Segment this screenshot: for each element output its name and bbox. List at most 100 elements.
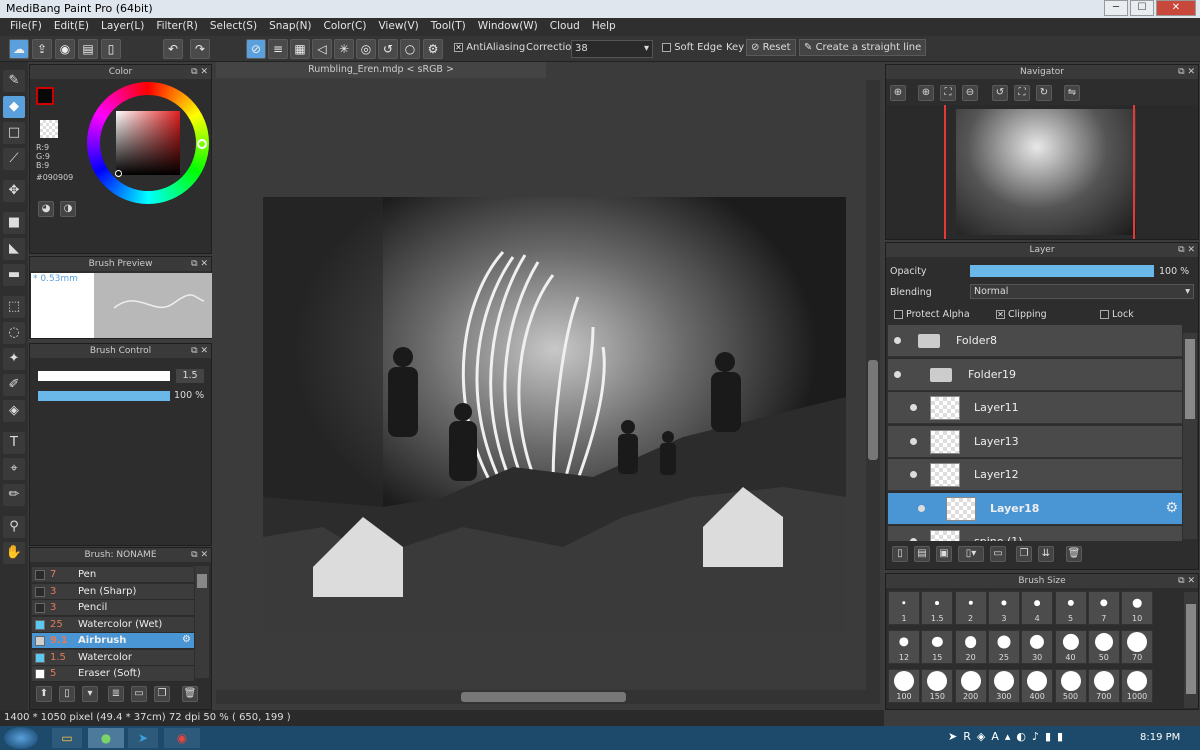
visibility-eye-icon[interactable]: [910, 404, 917, 411]
fill-rect-tool-icon[interactable]: ■: [3, 212, 25, 234]
radial-snap-icon[interactable]: ✳: [334, 39, 354, 59]
menu-color[interactable]: Color(C): [318, 18, 373, 36]
brush-size-option[interactable]: 7: [1087, 591, 1120, 625]
visibility-eye-icon[interactable]: [910, 437, 917, 445]
zoom-actual-icon[interactable]: ⛶: [940, 85, 956, 101]
menu-select[interactable]: Select(S): [204, 18, 263, 36]
brush-size-option[interactable]: 150: [921, 669, 954, 703]
comment-icon[interactable]: ▤: [78, 39, 98, 59]
menu-snap[interactable]: Snap(N): [263, 18, 317, 36]
speech-bubble-icon[interactable]: ◉: [55, 39, 75, 59]
protect-alpha-checkbox[interactable]: [894, 310, 903, 319]
hue-marker[interactable]: [197, 139, 207, 149]
brush-size-slider[interactable]: [38, 371, 170, 381]
circle-snap-icon[interactable]: ○: [400, 39, 420, 59]
brush-size-option[interactable]: 500: [1054, 669, 1087, 703]
panel-close-icon[interactable]: ⧉ ✕: [191, 65, 208, 79]
visibility-eye-icon[interactable]: [910, 538, 917, 541]
add-layer-menu-icon[interactable]: ▯▾: [958, 546, 984, 562]
menu-cloud[interactable]: Cloud: [544, 18, 586, 36]
brush-size-option[interactable]: 12: [888, 630, 920, 664]
color-history-icon[interactable]: ◑: [60, 201, 76, 217]
palette-icon[interactable]: ◕: [38, 201, 54, 217]
panel-close-icon[interactable]: ⧉ ✕: [1178, 243, 1195, 257]
reset-button[interactable]: ⊘ Reset: [746, 39, 796, 56]
menu-edit[interactable]: Edit(E): [48, 18, 95, 36]
brush-size-option[interactable]: 30: [1021, 630, 1054, 664]
brush-menu-icon[interactable]: ▾: [82, 686, 98, 702]
panel-close-icon[interactable]: ⧉ ✕: [191, 257, 208, 271]
brush-size-option[interactable]: 200: [954, 669, 987, 703]
layer-folder-row[interactable]: Folder19: [888, 358, 1182, 391]
brush-size-option[interactable]: 2: [954, 591, 987, 625]
close-button[interactable]: ✕: [1156, 0, 1196, 16]
operation-tool-icon[interactable]: ⌖: [3, 458, 25, 480]
file-explorer-icon[interactable]: ▭: [52, 728, 82, 748]
layer-folder-row[interactable]: Folder8: [888, 325, 1182, 357]
brush-size-scrollbar[interactable]: [1184, 592, 1198, 708]
brush-item[interactable]: 1.5 Watercolor: [32, 649, 194, 666]
delete-brush-icon[interactable]: 🗑: [182, 686, 198, 702]
vertical-scrollbar[interactable]: [866, 80, 880, 690]
brush-size-option[interactable]: 40: [1054, 630, 1087, 664]
rotate-right-icon[interactable]: ↻: [1036, 85, 1052, 101]
brush-size-option[interactable]: 100: [888, 669, 920, 703]
new-brush-icon[interactable]: ▯: [59, 686, 75, 702]
brush-item[interactable]: 5 Eraser (Soft): [32, 666, 194, 682]
select-pen-tool-icon[interactable]: ✐: [3, 374, 25, 396]
snap-off-icon[interactable]: ⊘: [246, 39, 266, 59]
duplicate-brush-icon[interactable]: ❐: [154, 686, 170, 702]
brush-size-option[interactable]: 70: [1121, 630, 1154, 664]
foreground-color-swatch[interactable]: [36, 87, 54, 105]
start-button[interactable]: [4, 727, 38, 749]
brush-size-option[interactable]: 1.5: [921, 591, 954, 625]
brush-item[interactable]: 9.1 Airbrush ⚙: [32, 633, 194, 649]
eraser-tool-icon[interactable]: ◆: [3, 96, 25, 118]
brush-size-option[interactable]: 300: [987, 669, 1020, 703]
visibility-eye-icon[interactable]: [894, 337, 901, 344]
panel-close-icon[interactable]: ⧉ ✕: [1178, 574, 1195, 588]
panel-close-icon[interactable]: ⧉ ✕: [191, 344, 208, 358]
layer-row[interactable]: Layer11: [888, 392, 1182, 424]
visibility-eye-icon[interactable]: [918, 504, 925, 512]
move-tool-icon[interactable]: ✥: [3, 180, 25, 202]
layer-row[interactable]: Layer13: [888, 425, 1182, 458]
medibang-taskbar-icon[interactable]: ●: [88, 728, 124, 748]
menu-help[interactable]: Help: [586, 18, 622, 36]
fit-screen-icon[interactable]: ⛶: [1014, 85, 1030, 101]
gear-icon[interactable]: ⚙: [182, 634, 191, 645]
magic-wand-tool-icon[interactable]: ✦: [3, 348, 25, 370]
artwork-canvas[interactable]: [263, 197, 846, 633]
bucket-tool-icon[interactable]: ◣: [3, 238, 25, 260]
brush-size-option[interactable]: 4: [1021, 591, 1054, 625]
brush-item[interactable]: 7 Pen: [32, 567, 194, 583]
lock-checkbox[interactable]: [1100, 310, 1109, 319]
transparent-color-swatch[interactable]: [40, 120, 58, 138]
flip-icon[interactable]: ⇋: [1064, 85, 1080, 101]
chrome-icon[interactable]: ◉: [164, 728, 200, 748]
cloud-brush-icon[interactable]: ☁: [9, 39, 29, 59]
brush-size-option[interactable]: 15: [921, 630, 954, 664]
visibility-eye-icon[interactable]: [910, 471, 917, 478]
menu-file[interactable]: File(F): [4, 18, 48, 36]
brush-size-option[interactable]: 700: [1087, 669, 1120, 703]
undo-icon[interactable]: ↶: [163, 39, 183, 59]
dot-tool-icon[interactable]: □: [3, 122, 25, 144]
new-halftone-layer-icon[interactable]: ▤: [914, 546, 930, 562]
brush-item[interactable]: 25 Watercolor (Wet): [32, 616, 194, 633]
create-straight-line-button[interactable]: ✎ Create a straight line: [799, 39, 927, 56]
layer-list-scrollbar[interactable]: [1183, 333, 1197, 539]
add-brush-icon[interactable]: ⬆: [36, 686, 52, 702]
visibility-eye-icon[interactable]: [894, 370, 901, 378]
brush-folder-icon[interactable]: ▭: [131, 686, 147, 702]
divide-tool-icon[interactable]: ✏: [3, 484, 25, 506]
lasso-tool-icon[interactable]: ◌: [3, 322, 25, 344]
minimize-button[interactable]: ─: [1104, 0, 1128, 16]
layer-row[interactable]: Layer18 ⚙: [888, 492, 1182, 525]
panel-close-icon[interactable]: ⧉ ✕: [191, 548, 208, 562]
document-icon[interactable]: ▯: [101, 39, 121, 59]
menu-layer[interactable]: Layer(L): [95, 18, 150, 36]
rotate-left-icon[interactable]: ↺: [992, 85, 1008, 101]
delete-layer-icon[interactable]: 🗑: [1066, 546, 1082, 562]
telegram-icon[interactable]: ➤: [128, 728, 158, 748]
